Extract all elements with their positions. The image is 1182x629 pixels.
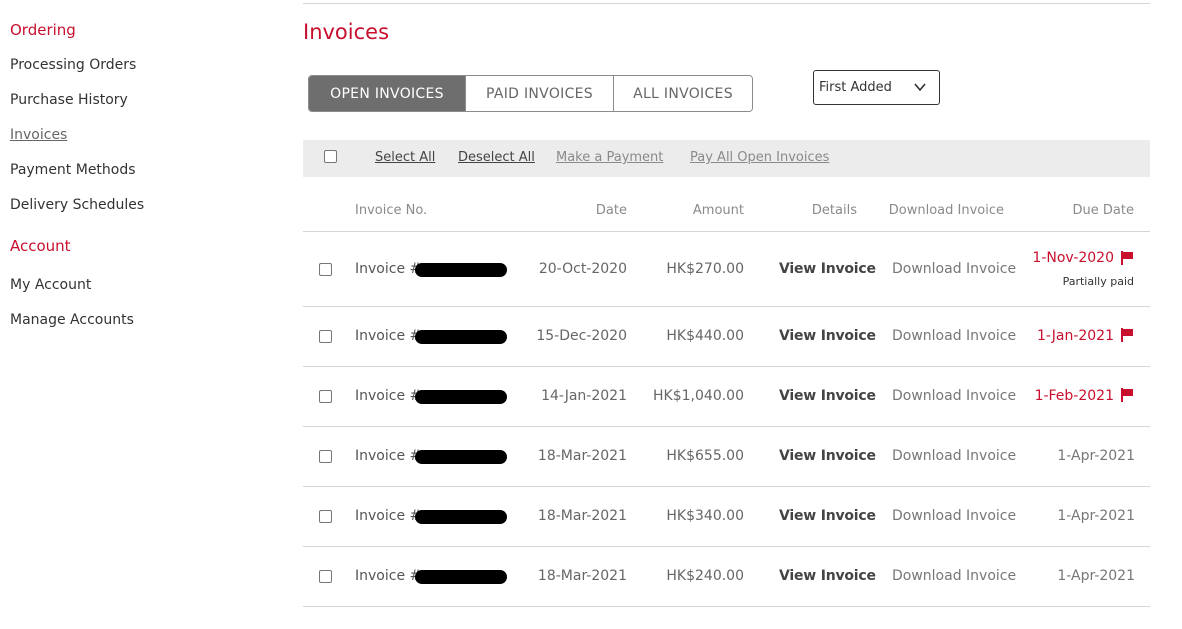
tab-open-invoices[interactable]: OPEN INVOICES [309,76,466,111]
payment-status-note: Partially paid [1062,275,1134,288]
tab-all-invoices[interactable]: ALL INVOICES [614,76,752,111]
sort-select[interactable]: First Added [813,70,940,105]
flag-icon [1121,388,1133,402]
sidebar-item-manage-accounts[interactable]: Manage Accounts [10,312,134,328]
sidebar-item-processing-orders[interactable]: Processing Orders [10,57,136,73]
table-row: Invoice #14-Jan-2021 HK$1,040.00 View Invo… [303,366,1150,426]
due-date: 1-Apr-2021 [1057,448,1135,464]
page-title: Invoices [303,20,390,44]
sidebar-item-purchase-history[interactable]: Purchase History [10,92,128,108]
pay-all-open-invoices-link[interactable]: Pay All Open Invoices [690,150,829,165]
column-header-due-date: Due Date [1072,203,1134,218]
due-date: 1-Feb-2021 [1034,388,1114,404]
flag-icon [1121,328,1133,342]
select-all-checkbox[interactable] [324,150,337,163]
sort-select-value: First Added [819,80,892,95]
top-divider [303,3,1150,4]
table-bottom-divider [303,606,1150,607]
due-date: 1-Apr-2021 [1057,568,1135,584]
sidebar-item-invoices[interactable]: Invoices [10,127,67,143]
due-date: 1-Jan-2021 [1037,328,1114,344]
select-all-link[interactable]: Select All [375,150,435,165]
invoice-actions-bar: Select All Deselect All Make a Payment P… [303,140,1150,177]
flag-icon [1121,251,1133,265]
due-date: 1-Apr-2021 [1057,508,1135,524]
table-row: Invoice #18-Mar-2021 HK$340.00 View Invoic… [303,486,1150,546]
table-row: Invoice #18-Mar-2021 HK$655.00 View Invoic… [303,426,1150,486]
table-row: Invoice #20-Oct-2020 HK$270.00 View Invoic… [303,231,1150,306]
sidebar-item-my-account[interactable]: My Account [10,277,91,293]
chevron-down-icon [914,83,926,92]
sidebar-section-ordering: Ordering [10,21,76,39]
sidebar-section-account: Account [10,237,71,255]
deselect-all-link[interactable]: Deselect All [458,150,535,165]
tab-paid-invoices[interactable]: PAID INVOICES [466,76,614,111]
make-payment-link[interactable]: Make a Payment [556,150,663,165]
sidebar-item-payment-methods[interactable]: Payment Methods [10,162,136,178]
sidebar-item-delivery-schedules[interactable]: Delivery Schedules [10,197,144,213]
table-row: Invoice #15-Dec-2020 HK$440.00 View Invoic… [303,306,1150,366]
table-row: Invoice #18-Mar-2021 HK$240.00 View Invoic… [303,546,1150,606]
due-date: 1-Nov-2020 [1032,250,1114,266]
invoice-tabs: OPEN INVOICES PAID INVOICES ALL INVOICES [308,75,753,112]
